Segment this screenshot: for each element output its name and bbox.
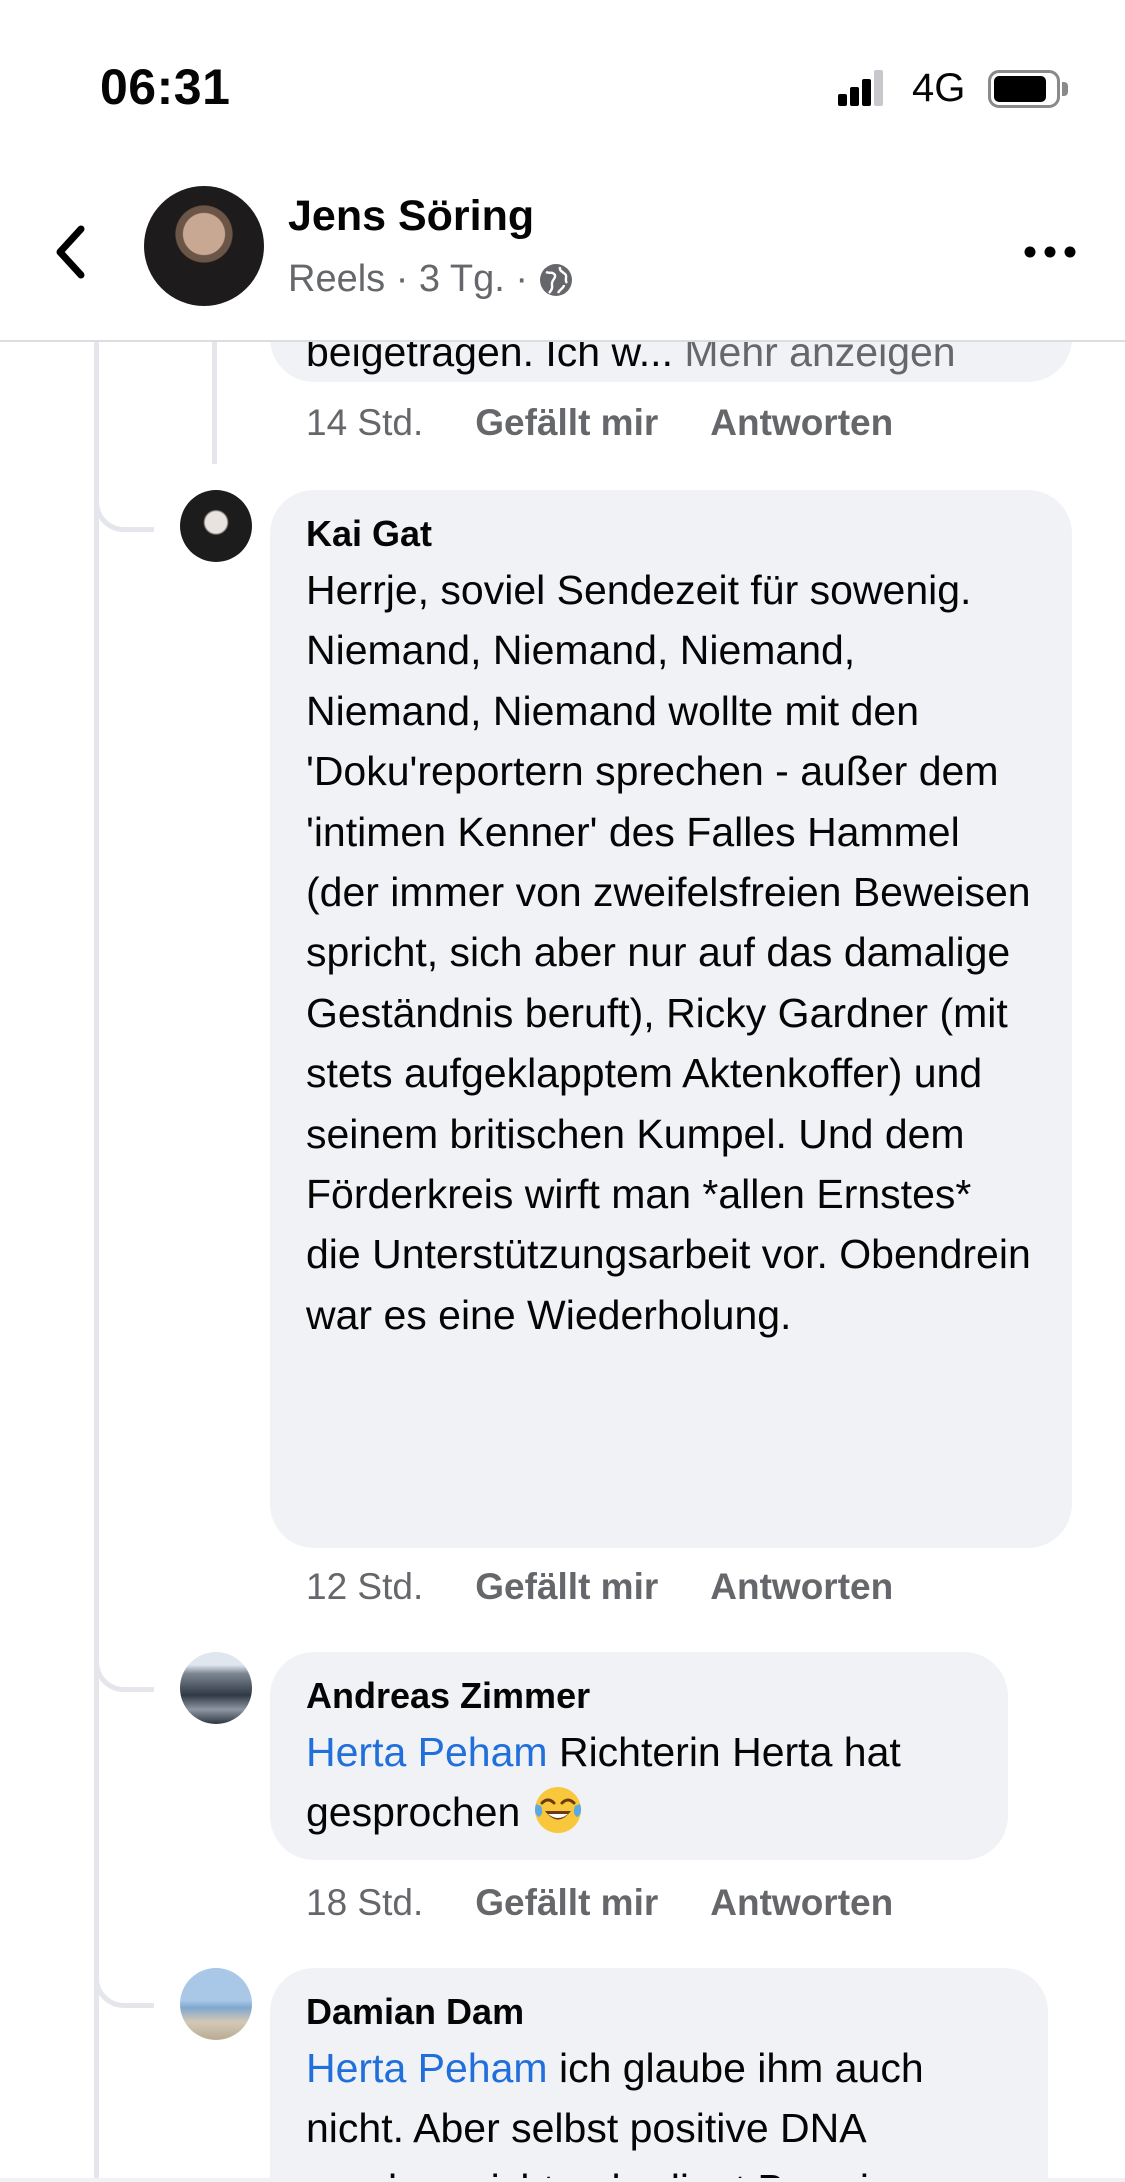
comment-bubble[interactable]: beigetragen. Ich w... Mehr anzeigen <box>270 342 1072 382</box>
see-more-link[interactable]: Mehr anzeigen <box>684 342 955 375</box>
globe-icon <box>540 263 573 296</box>
reply-button[interactable]: Antworten <box>710 402 893 444</box>
network-type: 4G <box>912 66 966 110</box>
like-button[interactable]: Gefällt mir <box>475 402 658 444</box>
author-avatar[interactable] <box>144 186 264 306</box>
comment-author[interactable]: Andreas Zimmer <box>306 1674 972 1718</box>
avatar[interactable] <box>180 1652 252 1724</box>
reply-connector <box>94 492 154 532</box>
ellipsis-icon <box>1024 246 1076 258</box>
like-button[interactable]: Gefällt mir <box>475 1882 658 1924</box>
reply-button[interactable]: Antworten <box>710 1882 893 1924</box>
post-meta: Reels · 3 Tg. · <box>288 258 574 301</box>
back-button[interactable] <box>40 212 100 292</box>
mention-link[interactable]: Herta Peham <box>306 2045 548 2091</box>
reply-thread-line <box>212 342 217 464</box>
comment-time: 18 Std. <box>306 1882 424 1923</box>
like-button[interactable]: Gefällt mir <box>475 1566 658 1608</box>
status-time: 06:31 <box>100 59 231 115</box>
post-meta-text: Reels · 3 Tg. · <box>288 258 529 300</box>
comment-text: Richterin Herta hat <box>547 1729 901 1775</box>
comment-author[interactable]: Damian Dam <box>306 1990 1012 2034</box>
comment-bubble[interactable]: Kai Gat Herrje, soviel Sendezeit für sow… <box>270 490 1072 1548</box>
battery-icon <box>988 70 1068 108</box>
avatar[interactable] <box>180 490 252 562</box>
comment-thread: beigetragen. Ich w... Mehr anzeigen 14 S… <box>0 342 1125 2182</box>
comment-text: Herrje, soviel Sendezeit für sowenig. Ni… <box>306 567 1031 1338</box>
comment-bubble[interactable]: Andreas Zimmer Herta Peham Richterin Her… <box>270 1652 1008 1860</box>
reply-button[interactable]: Antworten <box>710 1566 893 1608</box>
comment-time: 14 Std. <box>306 402 424 443</box>
comment-text: beigetragen. Ich w... <box>306 342 673 375</box>
reply-connector <box>94 1968 154 2008</box>
status-bar: 06:31 4G <box>0 0 1125 170</box>
bottom-divider <box>0 2178 1125 2182</box>
comment-text: ich glaube ihm auch <box>547 2045 924 2091</box>
comment-author[interactable]: Kai Gat <box>306 512 1036 556</box>
comment-text: gesprochen <box>306 1789 521 1836</box>
comment-text: nicht. Aber selbst positive DNA <box>306 2105 867 2152</box>
more-options-button[interactable] <box>1020 232 1080 272</box>
comment-time: 12 Std. <box>306 1566 424 1607</box>
post-header: Jens Söring Reels · 3 Tg. · <box>0 170 1125 342</box>
author-name[interactable]: Jens Söring <box>288 192 534 241</box>
comment-bubble[interactable]: Damian Dam Herta Peham ich glaube ihm au… <box>270 1968 1048 2182</box>
mention-link[interactable]: Herta Peham <box>306 1729 548 1775</box>
tears-of-joy-emoji-icon <box>534 1787 581 1834</box>
avatar[interactable] <box>180 1968 252 2040</box>
comment-actions: 12 Std. Gefällt mir Antworten <box>306 1566 945 1608</box>
thread-line <box>94 342 99 2182</box>
chevron-left-icon <box>56 225 85 279</box>
comment-actions: 18 Std. Gefällt mir Antworten <box>306 1882 945 1924</box>
reply-connector <box>94 1652 154 1692</box>
comment-actions: 14 Std. Gefällt mir Antworten <box>306 402 945 444</box>
cellular-signal-icon <box>838 70 884 106</box>
